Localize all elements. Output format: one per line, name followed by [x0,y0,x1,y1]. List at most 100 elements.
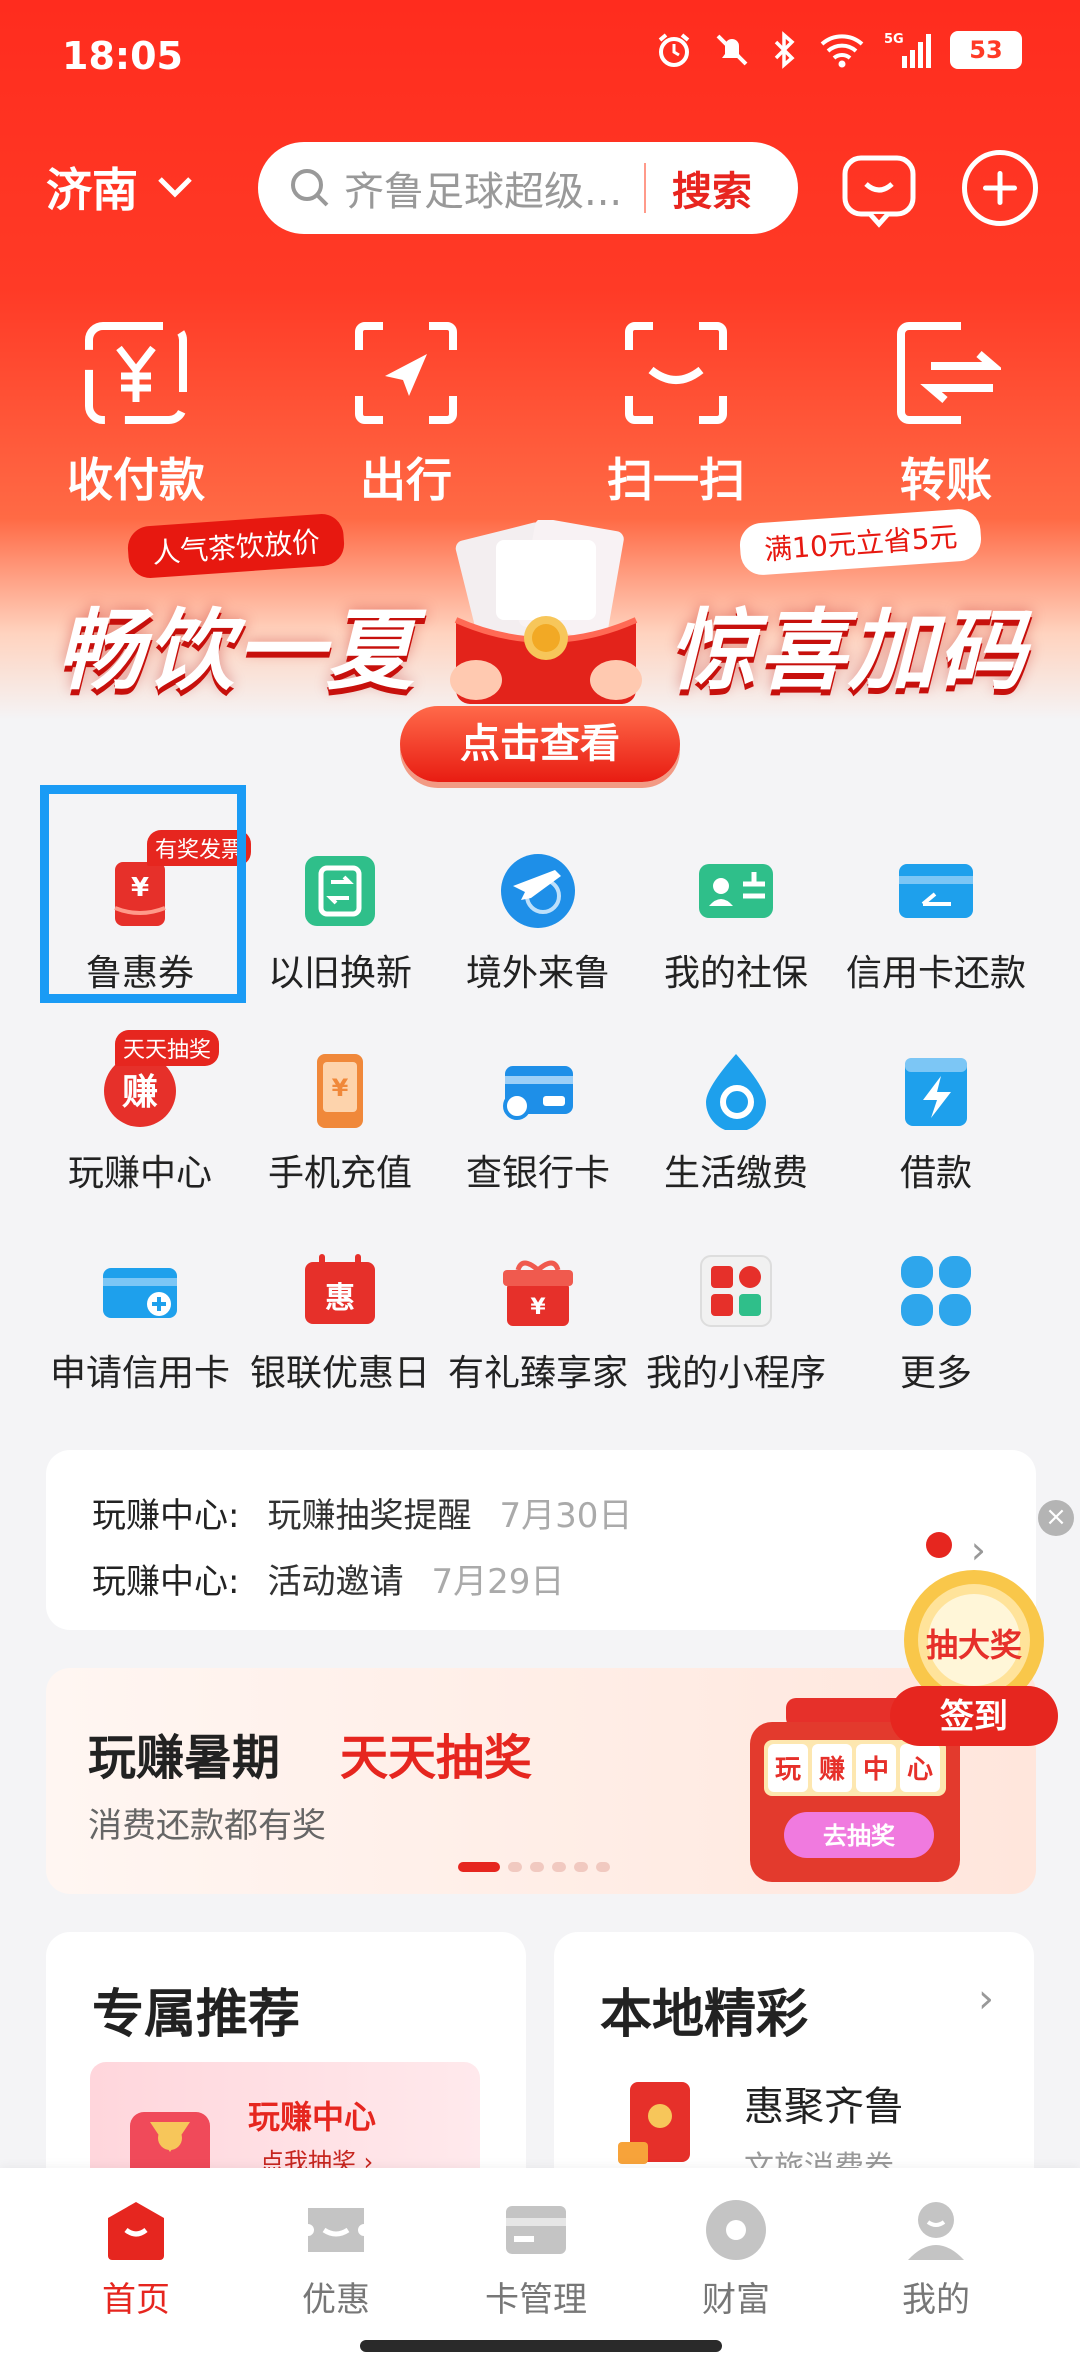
card-icon [506,2206,566,2254]
service-label: 更多 [899,1353,972,1394]
chevron-right-icon[interactable]: › [978,1976,994,2022]
search-icon [291,169,329,207]
carousel-dots [458,1862,610,1872]
city-name: 济南 [46,163,138,217]
banner-cta-button[interactable]: 点击查看 [400,706,680,782]
tab-label: 我的 [902,2280,970,2320]
red-envelope-icon [450,520,642,704]
service-label: 生活缴费 [663,1153,808,1194]
service-label: 境外来鲁 [465,953,610,994]
svg-text:赚: 赚 [819,1755,845,1785]
service-phone-topup[interactable]: ¥ 手机充值 [240,1052,440,1196]
promo-banner[interactable]: 人气茶饮放价 畅饮一夏 满10元立省5元 惊喜加码 点击查看 [0,500,1080,800]
home-icon [108,2202,164,2260]
yuan-scan-icon [85,322,187,424]
notice-source: 玩赚中心: [92,1496,240,1536]
wifi-icon [820,34,864,68]
svg-text:签到: 签到 [940,1697,1008,1737]
service-unionpay-day[interactable]: 惠 银联优惠日 [240,1252,440,1396]
tab-wealth[interactable]: 财富 [656,2198,816,2321]
tab-label: 优惠 [302,2280,370,2320]
banner-title-left: 畅饮一夏 [56,599,417,702]
banner-tag-left: 人气茶饮放价 [126,512,346,580]
notice-date: 7月30日 [499,1496,633,1536]
signal-icon: 5G [884,32,931,68]
gift-icon: ¥ [503,1260,573,1326]
water-drop-icon [706,1054,766,1132]
svg-text:¥: ¥ [332,1074,349,1102]
service-label: 信用卡还款 [845,953,1026,994]
transfer-icon [897,322,1001,424]
notice-item[interactable]: 玩赚中心: 活动邀请 7月29日 [92,1554,564,1603]
search-input[interactable]: 齐鲁足球超级... [344,159,634,217]
notice-text: 玩赚抽奖提醒 [267,1496,472,1536]
service-gift-home[interactable]: ¥ 有礼臻享家 [438,1252,638,1396]
quick-action-scan[interactable]: 扫一扫 [566,318,786,510]
quick-action-pay[interactable]: 收付款 [26,318,246,510]
wealth-icon [706,2200,766,2260]
add-button[interactable] [962,150,1038,226]
ticket-icon [308,2208,364,2252]
home-indicator [360,2340,722,2352]
promo-subtitle: 消费还款都有奖 [88,1806,326,1846]
calendar-icon: 惠 [305,1254,375,1324]
service-bank-card-query[interactable]: 查银行卡 [438,1052,638,1196]
promo-title: 玩赚暑期 [88,1730,281,1786]
status-time: 18:05 [62,34,183,78]
navigation-arrow-icon [355,322,457,424]
status-bar: 18:05 5G 53 [0,0,1080,110]
tab-label: 财富 [702,2280,770,2320]
search-bar[interactable]: 齐鲁足球超级... 搜索 [258,142,798,234]
city-selector[interactable]: 济南 [46,154,194,220]
svg-text:玩: 玩 [775,1755,801,1785]
service-label: 手机充值 [267,1153,412,1194]
more-grid-icon [901,1256,971,1326]
service-utility-bills[interactable]: 生活缴费 [636,1052,836,1196]
notice-item[interactable]: 玩赚中心: 玩赚抽奖提醒 7月30日 [92,1488,632,1537]
tab-home[interactable]: 首页 [56,2198,216,2321]
id-card-icon [699,864,773,918]
profile-icon [908,2202,964,2260]
message-icon[interactable] [840,150,918,228]
service-earn-center[interactable]: 赚 天天抽奖 玩赚中心 [40,1030,240,1196]
svg-text:惠: 惠 [325,1281,355,1316]
quick-action-travel[interactable]: 出行 [296,318,516,510]
service-credit-repay[interactable]: 信用卡还款 [836,852,1036,996]
svg-text:去抽奖: 去抽奖 [823,1822,896,1850]
notice-source: 玩赚中心: [92,1562,240,1602]
status-icons: 5G 53 [654,30,1022,70]
service-label: 申请信用卡 [49,1353,230,1394]
service-label: 以旧换新 [267,953,412,994]
service-badge: 天天抽奖 [115,1030,220,1066]
service-label: 有礼臻享家 [447,1353,628,1394]
service-apply-credit-card[interactable]: 申请信用卡 [40,1252,240,1396]
tab-label: 首页 [102,2280,170,2320]
unread-dot [926,1532,952,1558]
quick-action-transfer[interactable]: 转账 [836,318,1056,510]
tab-offers[interactable]: 优惠 [256,2198,416,2321]
service-mini-programs[interactable]: 我的小程序 [636,1252,836,1396]
tab-cards[interactable]: 卡管理 [456,2198,616,2321]
exchange-icon [305,856,375,926]
plane-globe-icon [501,854,575,928]
tab-label: 卡管理 [485,2280,587,2320]
top-bar: 济南 齐鲁足球超级... 搜索 [0,138,1080,238]
service-loan[interactable]: 借款 [836,1052,1036,1196]
service-label: 我的社保 [663,953,808,994]
service-social-security[interactable]: 我的社保 [636,852,836,996]
red-packet-icon [618,2082,690,2164]
search-button[interactable]: 搜索 [672,159,752,217]
close-icon[interactable]: × [1038,1500,1074,1536]
phone-topup-icon: ¥ [317,1054,363,1128]
service-trade-in[interactable]: 以旧换新 [240,852,440,996]
chevron-down-icon [158,177,192,198]
tab-profile[interactable]: 我的 [856,2198,1016,2321]
scan-icon [625,322,727,424]
recommend-title: 专属推荐 [92,1985,301,2045]
lucky-draw-badge[interactable]: 抽大奖 签到 [884,1560,1064,1760]
service-more[interactable]: 更多 [836,1252,1036,1396]
service-overseas[interactable]: 境外来鲁 [438,852,638,996]
alarm-icon [658,33,690,67]
promo-title-highlight: 天天抽奖 [340,1730,533,1786]
service-label: 银联优惠日 [249,1353,430,1394]
